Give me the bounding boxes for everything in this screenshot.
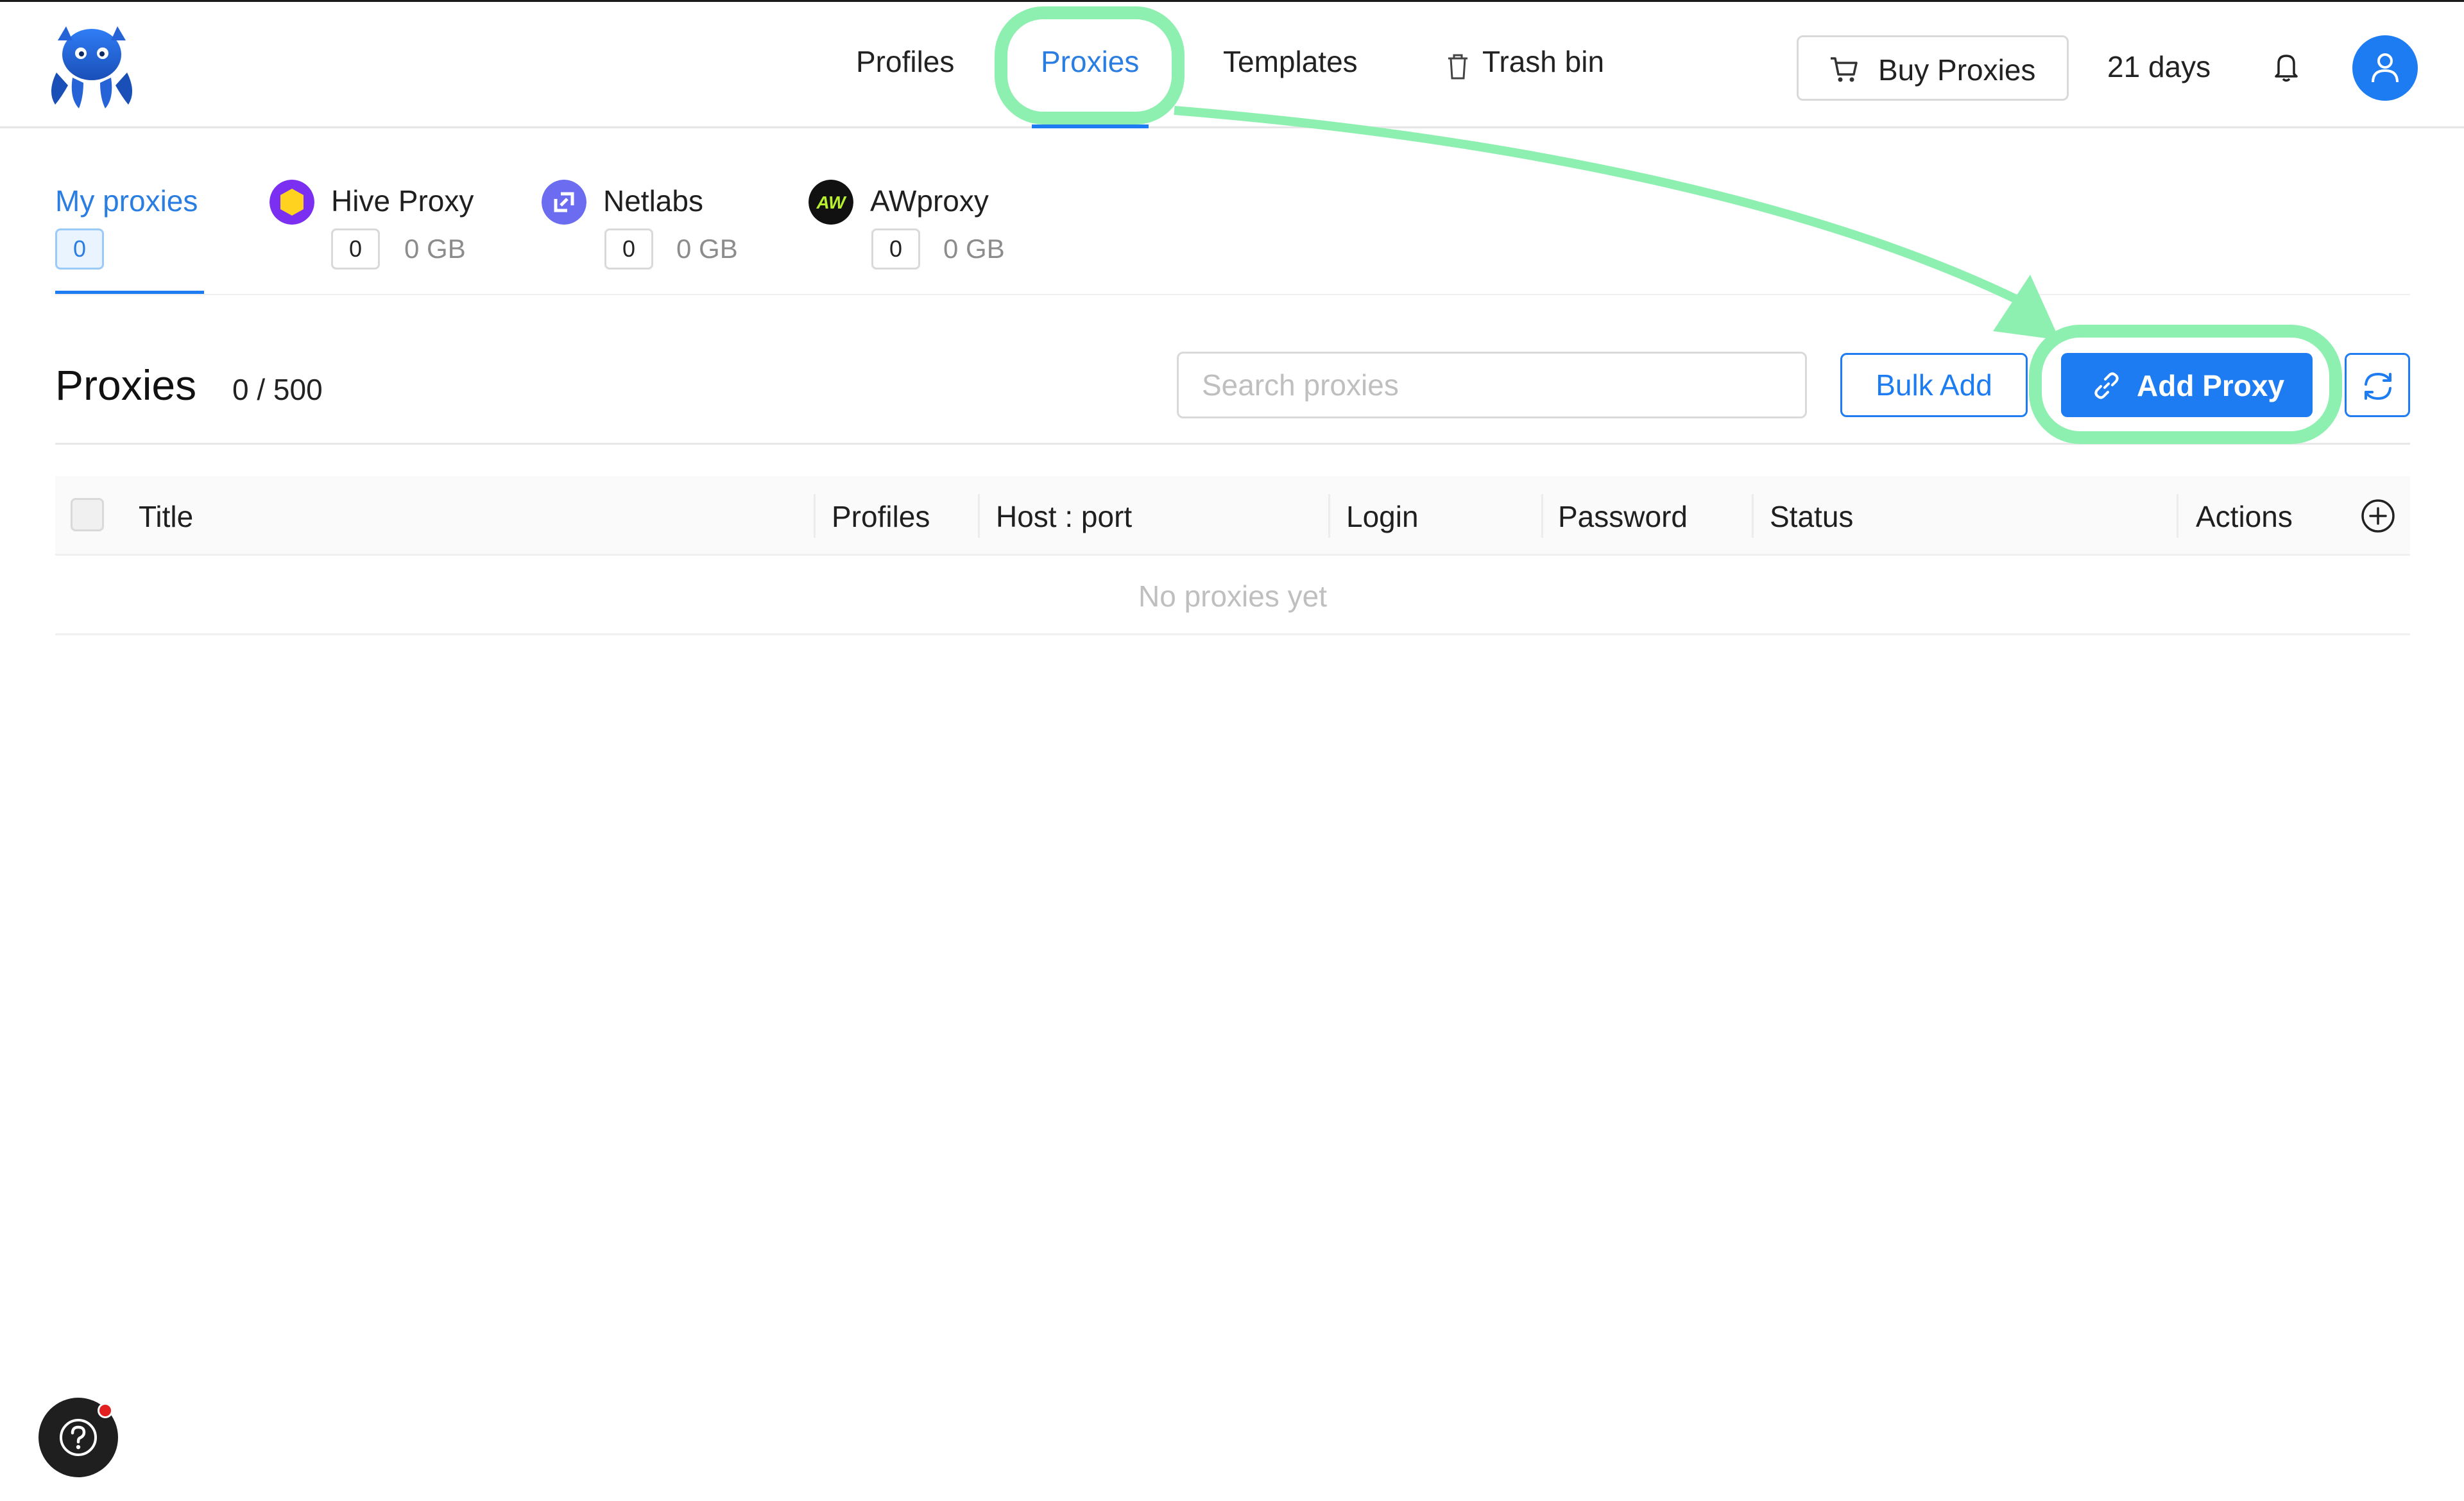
proxy-count: 0 / 500	[232, 373, 323, 406]
bulk-add-button[interactable]: Bulk Add	[1840, 353, 2028, 417]
link-icon	[2094, 372, 2119, 399]
annotation-arrow-head	[1993, 275, 2060, 340]
tab-my-proxies-count: 0	[55, 228, 104, 270]
nav-trash-bin[interactable]: Trash bin	[1482, 44, 1604, 79]
tab-awproxy-traffic: 0 GB	[943, 234, 1005, 264]
buy-proxies-label: Buy Proxies	[1878, 53, 2036, 87]
buy-proxies-button[interactable]: Buy Proxies	[1797, 35, 2069, 101]
awproxy-icon-text: AW	[816, 193, 847, 212]
add-proxy-label: Add Proxy	[2137, 369, 2285, 402]
hive-proxy-icon	[270, 180, 314, 225]
tab-hive-proxy-traffic: 0 GB	[404, 234, 466, 264]
column-separator	[2177, 494, 2178, 538]
netlabs-icon	[542, 180, 586, 225]
tab-hive-proxy-label: Hive Proxy	[331, 184, 474, 218]
nav-templates[interactable]: Templates	[1223, 44, 1358, 79]
tab-hive-proxy-count: 0	[331, 228, 380, 270]
bell-icon[interactable]	[2273, 51, 2300, 83]
nav-profiles[interactable]: Profiles	[856, 44, 954, 79]
add-column-plus-icon[interactable]	[2360, 498, 2396, 534]
nav-proxies[interactable]: Proxies	[1041, 44, 1139, 79]
column-separator	[1541, 494, 1543, 538]
avatar[interactable]	[2352, 35, 2418, 101]
column-status[interactable]: Status	[1770, 499, 1853, 534]
annotation-overlay	[995, 6, 2342, 444]
notification-dot	[98, 1403, 113, 1418]
search-input[interactable]	[1177, 352, 1807, 418]
column-host-port[interactable]: Host : port	[996, 499, 1132, 534]
select-all-checkbox[interactable]	[71, 498, 104, 531]
column-login[interactable]: Login	[1346, 499, 1419, 534]
tab-netlabs-traffic: 0 GB	[676, 234, 738, 264]
tab-netlabs-label: Netlabs	[603, 184, 703, 218]
add-proxy-button[interactable]: Add Proxy	[2061, 353, 2313, 417]
tab-my-proxies-label: My proxies	[55, 184, 198, 218]
column-separator	[814, 494, 816, 538]
column-profiles[interactable]: Profiles	[832, 499, 930, 534]
section-divider	[55, 443, 2410, 445]
trash-icon	[1448, 54, 1467, 80]
subscription-days: 21 days	[2107, 50, 2211, 83]
annotation-arrow-line	[1174, 106, 2024, 306]
refresh-icon	[2365, 372, 2391, 400]
column-separator	[1752, 494, 1754, 538]
column-password[interactable]: Password	[1558, 499, 1688, 534]
table-empty-row: No proxies yet	[55, 556, 2410, 635]
octopus-logo-icon[interactable]	[44, 21, 140, 111]
tab-awproxy-label: AWproxy	[870, 184, 989, 218]
column-separator	[978, 494, 980, 538]
page-title: Proxies	[55, 361, 197, 409]
user-icon	[2372, 53, 2399, 83]
cart-icon	[1831, 57, 1858, 82]
tab-awproxy-count: 0	[871, 228, 920, 270]
column-separator	[1328, 494, 1330, 538]
tabs-divider	[55, 294, 2410, 295]
awproxy-icon: AW	[809, 180, 853, 225]
refresh-button[interactable]	[2345, 353, 2410, 417]
empty-state-text: No proxies yet	[1138, 579, 1327, 613]
question-icon	[60, 1419, 97, 1456]
table-header: Title Profiles Host : port Login Passwor…	[55, 476, 2410, 556]
column-title[interactable]: Title	[139, 499, 193, 534]
top-navigation-bar: Profiles Proxies Templates Trash bin Buy…	[0, 0, 2464, 128]
active-nav-indicator	[1032, 124, 1149, 128]
column-actions: Actions	[2196, 500, 2293, 533]
tab-netlabs-count: 0	[604, 228, 653, 270]
